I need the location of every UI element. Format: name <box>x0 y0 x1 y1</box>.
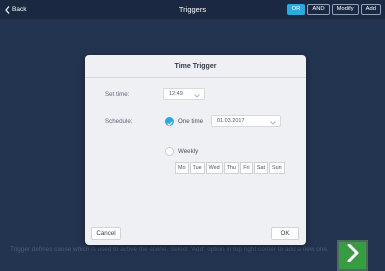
day-sat[interactable]: Sat <box>253 162 268 174</box>
or-button[interactable]: OR <box>286 4 306 15</box>
check-icon <box>166 113 173 131</box>
chevron-left-icon <box>5 5 10 14</box>
day-wed[interactable]: Wed <box>205 162 223 174</box>
schedule-label: Schedule: <box>105 118 133 125</box>
dialog-title: Time Trigger <box>85 55 306 78</box>
day-mo[interactable]: Mo <box>175 162 189 174</box>
one-time-label: One time <box>178 118 204 125</box>
modify-button[interactable]: Modify <box>331 4 359 15</box>
weekday-selector: Mo Tue Wed Thu Fri Sat Sun <box>175 162 285 174</box>
top-bar: Back Triggers OR AND Modify Add <box>0 0 385 19</box>
time-value: 12:49 <box>169 91 183 97</box>
ok-button[interactable]: OK <box>271 227 299 240</box>
day-thu[interactable]: Thu <box>223 162 239 174</box>
weekly-radio[interactable] <box>165 147 174 156</box>
chevron-down-icon <box>270 119 276 129</box>
chevron-right-icon <box>347 243 359 267</box>
day-sun[interactable]: Sun <box>268 162 285 174</box>
date-select[interactable]: 01.03.2017 <box>211 115 281 127</box>
back-label: Back <box>12 6 27 13</box>
day-fri[interactable]: Fri <box>239 162 253 174</box>
weekly-label: Weekly <box>178 148 199 155</box>
topbar-actions: OR AND Modify Add <box>286 4 381 16</box>
time-select[interactable]: 12:49 <box>163 88 205 100</box>
back-button[interactable]: Back <box>5 3 26 16</box>
add-button[interactable]: Add <box>360 4 381 15</box>
hint-text: Trigger defines cause which is used to a… <box>10 246 329 253</box>
and-button[interactable]: AND <box>307 4 330 15</box>
chevron-down-icon <box>194 92 200 102</box>
set-time-label: Set time: <box>105 91 130 98</box>
time-trigger-dialog: Time Trigger Set time: 12:49 Schedule: O… <box>85 55 306 245</box>
cancel-button[interactable]: Cancel <box>91 227 121 240</box>
next-button[interactable] <box>337 240 368 271</box>
day-tue[interactable]: Tue <box>189 162 205 174</box>
one-time-radio[interactable] <box>165 117 174 126</box>
date-value: 01.03.2017 <box>217 118 245 124</box>
